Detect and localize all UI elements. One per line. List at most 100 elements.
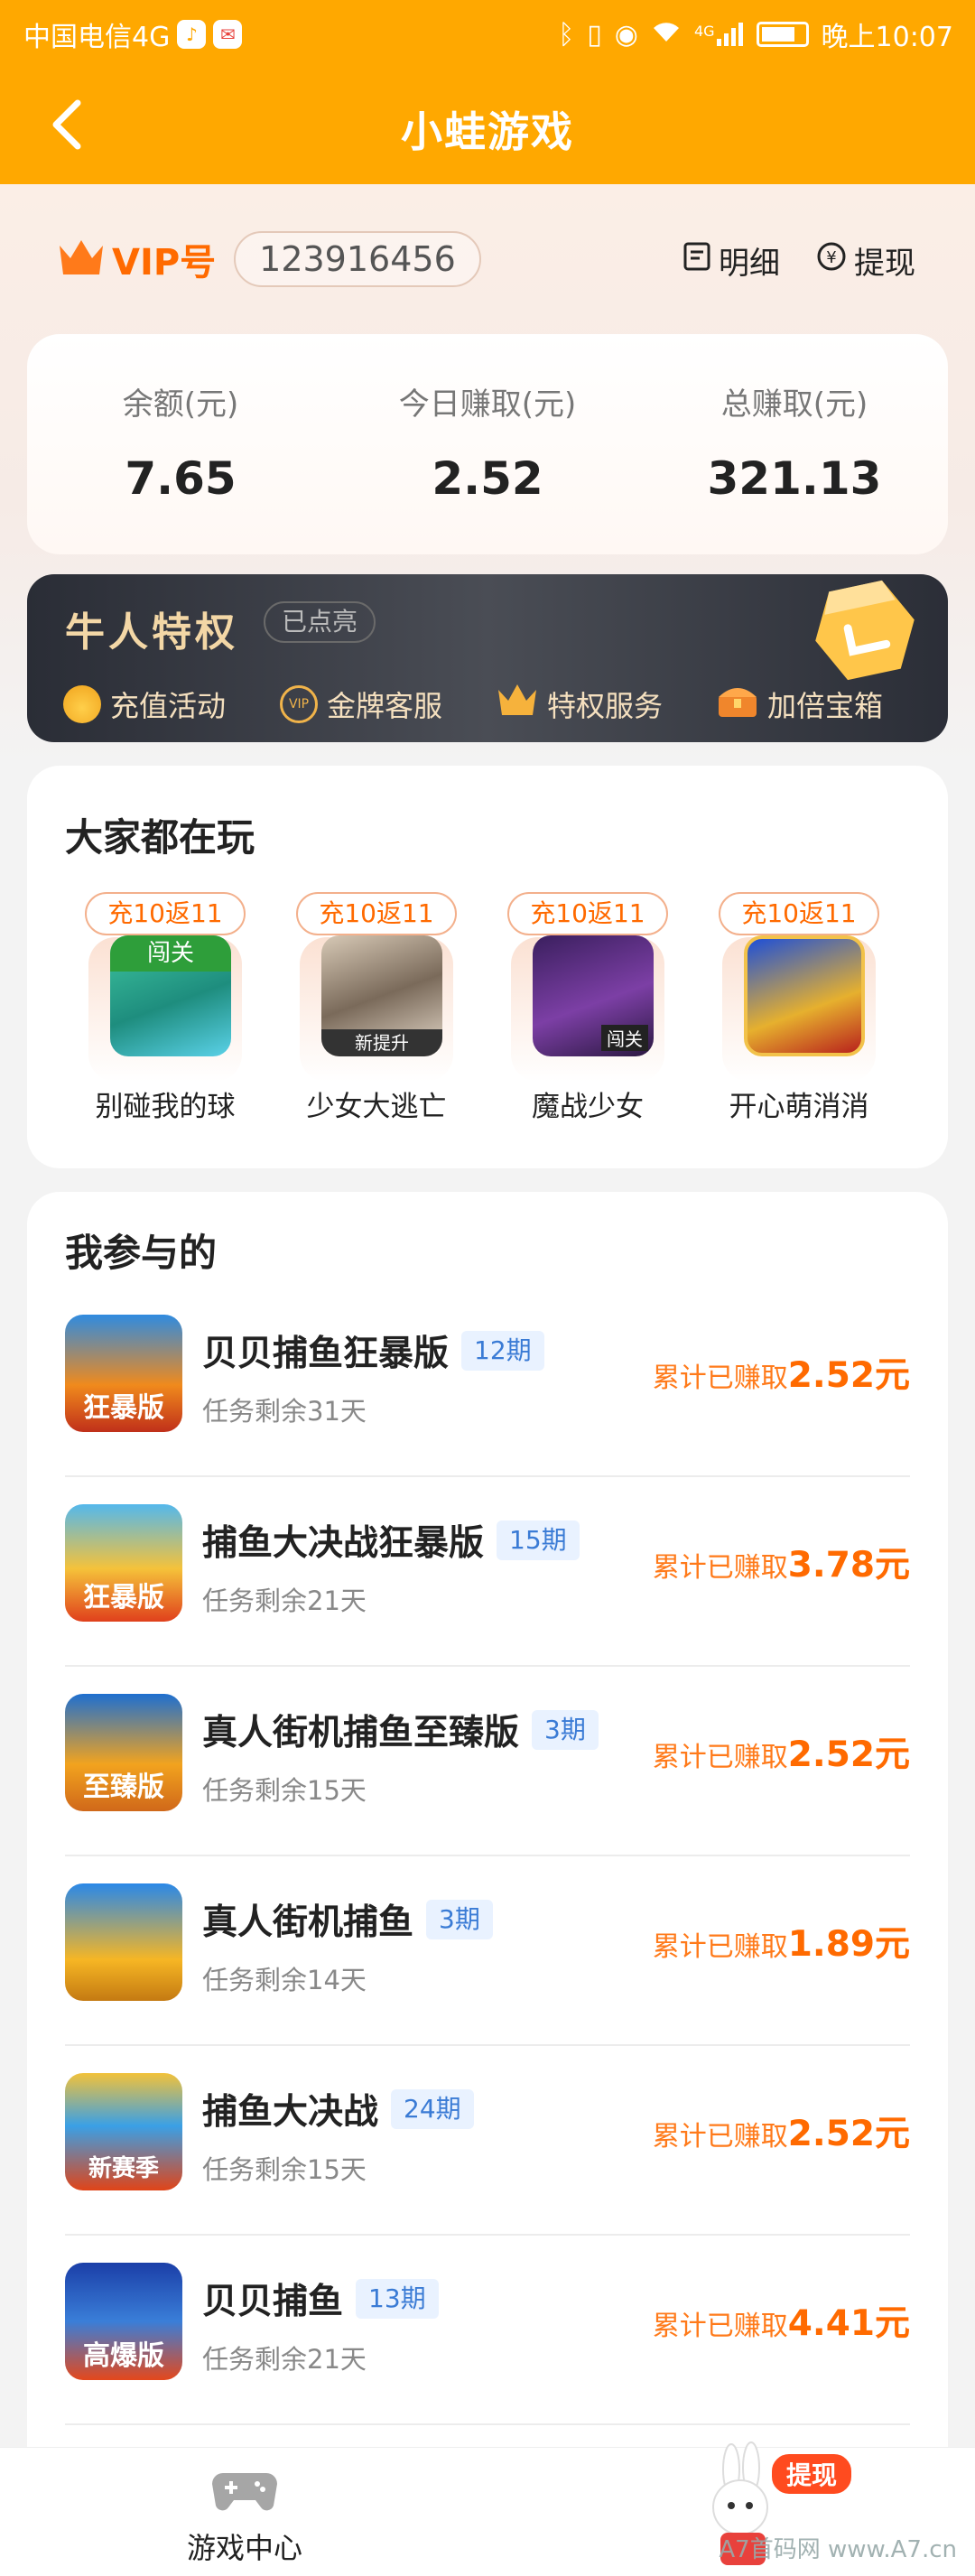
promo-tag: 充10返11	[507, 892, 668, 935]
status-bar: 中国电信4G ♪ ✉ ᛒ ▯ ◉ 4G 晚上10:07	[0, 0, 975, 65]
treasure-chest-icon	[717, 683, 758, 726]
feature-label: 金牌客服	[327, 689, 443, 723]
task-row[interactable]: 新赛季 捕鱼大决战 24期 任务剩余15天 累计已赚取2.52元	[65, 2046, 910, 2236]
remaining-days: 任务剩余15天	[202, 2154, 367, 2185]
feature-chest[interactable]: 加倍宝箱	[717, 683, 883, 726]
game-icon-label: 狂暴版	[83, 1392, 164, 1424]
game-name: 开心萌消消	[729, 1091, 869, 1123]
tab-label: 游戏中心	[186, 2531, 302, 2565]
earn-prefix: 累计已赚取	[652, 1742, 788, 1773]
app-notification-icon: ✉	[213, 20, 243, 49]
tab-game-center[interactable]: 游戏中心	[177, 2468, 312, 2567]
popular-game-item[interactable]: 充10返11 闯关 别碰我的球	[70, 892, 260, 1163]
remaining-days: 任务剩余15天	[202, 1775, 367, 1806]
privilege-status-badge: 已点亮	[264, 601, 376, 643]
earn-prefix: 累计已赚取	[652, 2121, 788, 2153]
task-title: 贝贝捕鱼狂暴版 12期	[202, 1325, 544, 1376]
popular-game-item[interactable]: 充10返11 开心萌消消	[704, 892, 894, 1163]
period-badge: 24期	[391, 2089, 474, 2129]
promo-tag: 充10返11	[719, 892, 879, 935]
game-name: 贝贝捕鱼狂暴版	[202, 1334, 450, 1374]
vip-info: VIP号 123916456	[58, 231, 481, 287]
eye-icon: ◉	[614, 18, 638, 51]
top-header: 中国电信4G ♪ ✉ ᛒ ▯ ◉ 4G 晚上10:07 小蛙游戏	[0, 0, 975, 184]
divider	[65, 2423, 910, 2425]
remaining-days: 任务剩余14天	[202, 1965, 367, 1995]
earned-amount: 累计已赚取4.41元	[653, 2295, 910, 2346]
carrier-text: 中国电信4G	[23, 22, 171, 53]
task-row[interactable]: 高爆版 贝贝捕鱼 13期 任务剩余21天 累计已赚取4.41元	[65, 2236, 910, 2425]
period-badge: 15期	[497, 1520, 580, 1560]
game-name: 捕鱼大决战狂暴版	[202, 1523, 485, 1564]
today-stat: 今日赚取(元) 2.52	[334, 379, 641, 505]
popular-game-item[interactable]: 充10返11 闯关 魔战少女	[493, 892, 682, 1163]
popular-games-card: 大家都在玩 充10返11 闯关 别碰我的球 充10返11 新提升 少女大逃亡 充…	[27, 766, 948, 1168]
earn-prefix: 累计已赚取	[652, 1552, 788, 1584]
game-name: 真人街机捕鱼至臻版	[202, 1713, 520, 1753]
section-heading: 我参与的	[65, 1231, 218, 1275]
game-name: 别碰我的球	[95, 1091, 236, 1123]
earn-value: 3.78元	[787, 1545, 910, 1586]
vip-label: VIP号	[112, 242, 217, 284]
section-heading: 大家都在玩	[65, 815, 255, 860]
earned-amount: 累计已赚取1.89元	[653, 1916, 910, 1967]
earn-prefix: 累计已赚取	[652, 1362, 788, 1394]
feature-privilege[interactable]: 特权服务	[497, 683, 663, 726]
feature-label: 加倍宝箱	[767, 689, 884, 723]
crown-icon	[58, 238, 105, 280]
watermark-text: A7首码网 www.A7.cn	[719, 2536, 957, 2563]
promo-tag: 充10返11	[85, 892, 246, 935]
task-row[interactable]: 真人街机捕鱼 3期 任务剩余14天 累计已赚取1.89元	[65, 1856, 910, 2046]
task-row[interactable]: 狂暴版 贝贝捕鱼狂暴版 12期 任务剩余31天 累计已赚取2.52元	[65, 1288, 910, 1477]
game-icon-label: 高爆版	[83, 2340, 164, 2372]
period-badge: 3期	[426, 1900, 493, 1939]
withdraw-link[interactable]: ¥ 提现	[816, 238, 915, 283]
game-icon	[744, 935, 865, 1056]
stat-label: 今日赚取(元)	[398, 386, 577, 423]
detail-link[interactable]: 明细	[682, 238, 780, 283]
game-icon-label: 闯关	[601, 1025, 648, 1051]
game-icon-label: 狂暴版	[83, 1582, 164, 1613]
wifi-icon	[651, 19, 682, 51]
earn-prefix: 累计已赚取	[652, 1931, 788, 1963]
task-title: 捕鱼大决战狂暴版 15期	[202, 1515, 580, 1566]
vip-badge-icon: VIP	[280, 685, 319, 723]
game-name: 真人街机捕鱼	[202, 1902, 414, 1943]
privilege-banner[interactable]: 牛人特权 已点亮 充值活动 VIP 金牌客服 特权服务 加倍宝箱	[27, 574, 948, 742]
battery-icon	[756, 22, 809, 47]
feature-service[interactable]: VIP 金牌客服	[280, 683, 442, 726]
bottom-tab-bar: 游戏中心 提现 A7首码网 www.A7.cn	[0, 2441, 975, 2576]
game-name: 魔战少女	[532, 1091, 644, 1123]
popular-game-item[interactable]: 充10返11 新提升 少女大逃亡	[282, 892, 471, 1163]
nav-bar: 小蛙游戏	[0, 65, 975, 184]
game-icon-label: 至臻版	[83, 1772, 164, 1803]
game-icon: 狂暴版	[65, 1504, 182, 1622]
task-title: 真人街机捕鱼至臻版 3期	[202, 1705, 599, 1755]
document-icon	[682, 241, 711, 280]
earnings-card: 余额(元) 7.65 今日赚取(元) 2.52 总赚取(元) 321.13	[27, 334, 948, 554]
feature-label: 特权服务	[547, 689, 664, 723]
withdraw-label: 提现	[854, 246, 915, 282]
earned-amount: 累计已赚取2.52元	[653, 1726, 910, 1777]
earn-value: 4.41元	[787, 2303, 910, 2344]
feature-recharge[interactable]: 充值活动	[63, 683, 226, 726]
game-name: 少女大逃亡	[306, 1091, 447, 1123]
earn-value: 1.89元	[787, 1924, 910, 1965]
period-badge: 13期	[356, 2279, 439, 2319]
withdraw-icon: ¥	[816, 241, 847, 280]
svg-text:¥: ¥	[826, 248, 836, 267]
stat-value: 2.52	[432, 452, 543, 505]
game-icon: 闯关	[533, 935, 654, 1056]
remaining-days: 任务剩余31天	[202, 1396, 367, 1427]
feature-label: 充值活动	[110, 689, 227, 723]
period-badge: 12期	[461, 1331, 544, 1371]
total-stat: 总赚取(元) 321.13	[641, 379, 948, 505]
task-row[interactable]: 至臻版 真人街机捕鱼至臻版 3期 任务剩余15天 累计已赚取2.52元	[65, 1667, 910, 1856]
clock-text: 晚上10:07	[821, 22, 953, 53]
balance-stat: 余额(元) 7.65	[27, 379, 334, 505]
task-row[interactable]: 狂暴版 捕鱼大决战狂暴版 15期 任务剩余21天 累计已赚取3.78元	[65, 1477, 910, 1667]
task-title: 真人街机捕鱼 3期	[202, 1894, 493, 1945]
music-icon: ♪	[177, 20, 207, 49]
game-name: 贝贝捕鱼	[202, 2282, 344, 2322]
network-type: 4G	[693, 23, 715, 40]
